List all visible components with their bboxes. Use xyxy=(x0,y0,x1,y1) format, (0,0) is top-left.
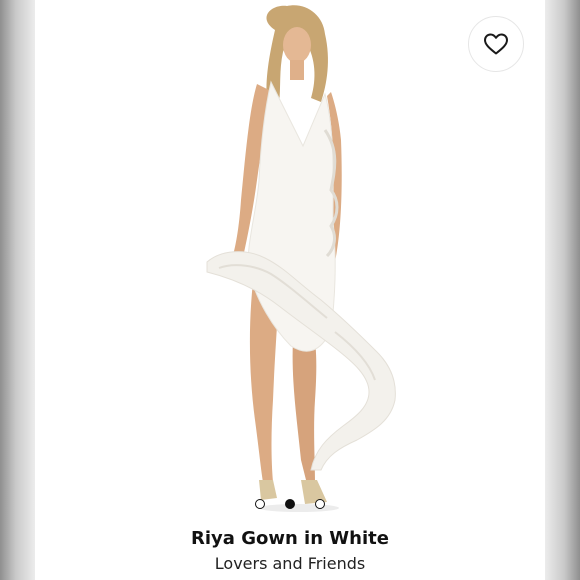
model-in-dress-illustration xyxy=(206,5,396,512)
listing-preview: Riya Gown in White Lovers and Friends xyxy=(0,0,580,580)
blurred-backdrop-left xyxy=(0,0,35,580)
carousel-dot-2-active[interactable] xyxy=(285,499,295,509)
carousel-indicator xyxy=(0,499,580,509)
favorite-button[interactable] xyxy=(468,16,524,72)
listing-brand[interactable]: Lovers and Friends xyxy=(35,552,545,576)
carousel-dot-3[interactable] xyxy=(315,499,325,509)
product-photo[interactable] xyxy=(35,0,545,518)
carousel-dot-1[interactable] xyxy=(255,499,265,509)
listing-title[interactable]: Riya Gown in White xyxy=(35,526,545,552)
listing-info: Riya Gown in White Lovers and Friends xyxy=(35,526,545,576)
blurred-backdrop-right xyxy=(545,0,580,580)
heart-outline-icon xyxy=(484,33,508,55)
